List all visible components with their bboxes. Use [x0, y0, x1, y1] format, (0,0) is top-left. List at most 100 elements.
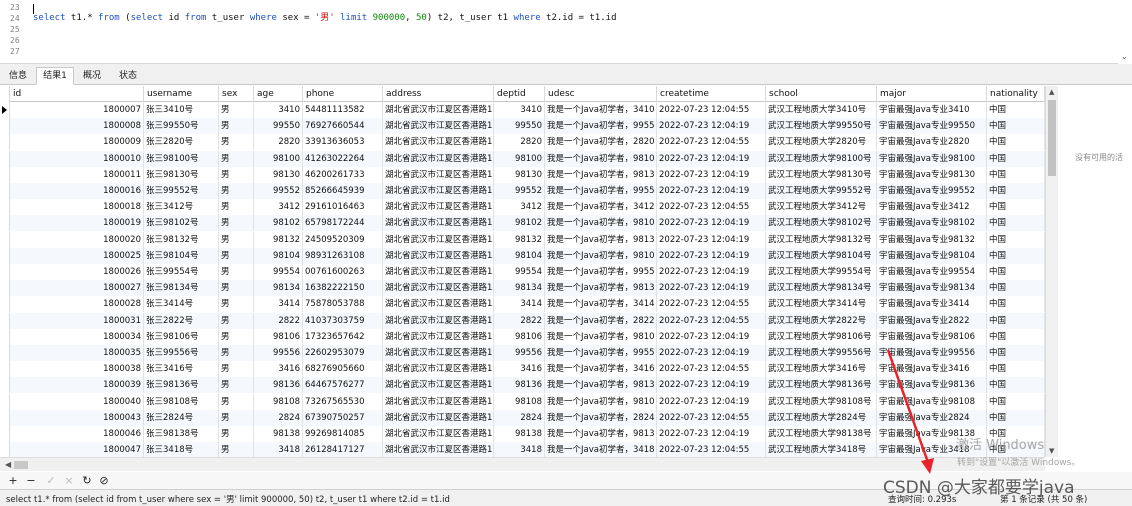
cell-age[interactable]: 98102: [254, 215, 303, 232]
cell-id[interactable]: 1800009: [10, 134, 144, 151]
cell-nationality[interactable]: 中国: [987, 312, 1045, 329]
cell-username[interactable]: 张三98134号: [144, 280, 219, 297]
column-header-age[interactable]: age: [254, 86, 303, 102]
cell-age[interactable]: 99556: [254, 345, 303, 361]
cell-id[interactable]: 1800043: [10, 409, 144, 426]
scroll-up-icon[interactable]: ▲: [1049, 88, 1054, 96]
cell-id[interactable]: 1800038: [10, 361, 144, 378]
row-selector[interactable]: [0, 247, 10, 264]
cell-nationality[interactable]: 中国: [987, 393, 1045, 410]
cell-udesc[interactable]: 我是一个Java初学者，9810: [545, 328, 657, 345]
row-selector[interactable]: [0, 377, 10, 394]
cell-major[interactable]: 宇宙最强Java专业3414: [877, 296, 987, 313]
cell-createtime[interactable]: 2022-07-23 12:04:19: [657, 150, 766, 167]
cell-username[interactable]: 张三2822号: [144, 312, 219, 329]
minus-icon[interactable]: −: [24, 474, 38, 487]
cell-address[interactable]: 湖北省武汉市江夏区香港路1: [383, 361, 494, 378]
cell-age[interactable]: 98132: [254, 231, 303, 248]
cell-school[interactable]: 武汉工程地质大学99550号: [766, 118, 877, 135]
cell-major[interactable]: 宇宙最强Java专业2822: [877, 312, 987, 329]
cell-major[interactable]: 宇宙最强Java专业98106: [877, 328, 987, 345]
table-row[interactable]: 1800008 张三99550号男 99550 76927660544 湖北省武汉市江夏…: [0, 118, 1045, 135]
row-selector[interactable]: [0, 312, 10, 329]
column-header-deptid[interactable]: deptid: [494, 86, 545, 102]
cell-id[interactable]: 1800020: [10, 231, 144, 248]
cell-sex[interactable]: 男: [219, 328, 254, 345]
cell-school[interactable]: 武汉工程地质大学98106号: [766, 328, 877, 345]
cell-age[interactable]: 98136: [254, 377, 303, 394]
table-row[interactable]: 1800040 张三98108号男 98108 73267565530 湖北省武汉市江夏…: [0, 393, 1045, 410]
scroll-down-icon[interactable]: ▼: [1049, 447, 1054, 455]
column-header-address[interactable]: address: [383, 86, 494, 102]
row-selector[interactable]: [0, 328, 10, 345]
cell-username[interactable]: 张三3416号: [144, 361, 219, 378]
cell-id[interactable]: 1800046: [10, 426, 144, 442]
cell-username[interactable]: 张三98136号: [144, 377, 219, 394]
cell-udesc[interactable]: 我是一个Java初学者，2824: [545, 409, 657, 426]
cell-nationality[interactable]: 中国: [987, 102, 1045, 118]
cell-udesc[interactable]: 我是一个Java初学者，9813: [545, 280, 657, 297]
cell-udesc[interactable]: 我是一个Java初学者，3418: [545, 442, 657, 457]
cell-createtime[interactable]: 2022-07-23 12:04:55: [657, 409, 766, 426]
cell-udesc[interactable]: 我是一个Java初学者，9955: [545, 345, 657, 361]
cell-major[interactable]: 宇宙最强Java专业3410: [877, 102, 987, 118]
cell-username[interactable]: 张三3410号: [144, 102, 219, 118]
cell-school[interactable]: 武汉工程地质大学98132号: [766, 231, 877, 248]
table-row[interactable]: 1800016 张三99552号男 99552 85266645939 湖北省武汉市江夏…: [0, 183, 1045, 199]
table-row[interactable]: 1800020 张三98132号男 98132 24509520309 湖北省武汉市江夏…: [0, 231, 1045, 248]
cell-sex[interactable]: 男: [219, 183, 254, 199]
table-row[interactable]: 1800038 张三3416号男 3416 68276905660 湖北省武汉市江夏区香…: [0, 361, 1045, 378]
cell-id[interactable]: 1800016: [10, 183, 144, 199]
cell-username[interactable]: 张三98104号: [144, 247, 219, 264]
cell-createtime[interactable]: 2022-07-23 12:04:55: [657, 199, 766, 216]
cell-udesc[interactable]: 我是一个Java初学者，2822: [545, 312, 657, 329]
cell-udesc[interactable]: 我是一个Java初学者，9813: [545, 166, 657, 183]
cell-udesc[interactable]: 我是一个Java初学者，9813: [545, 231, 657, 248]
cell-major[interactable]: 宇宙最强Java专业99550: [877, 118, 987, 135]
cell-address[interactable]: 湖北省武汉市江夏区香港路1: [383, 183, 494, 199]
cell-sex[interactable]: 男: [219, 264, 254, 280]
cell-major[interactable]: 宇宙最强Java专业98136: [877, 377, 987, 394]
cell-address[interactable]: 湖北省武汉市江夏区香港路1: [383, 296, 494, 313]
cell-deptid[interactable]: 99552: [494, 183, 545, 199]
cell-address[interactable]: 湖北省武汉市江夏区香港路1: [383, 393, 494, 410]
cell-phone[interactable]: 26128417127: [303, 442, 383, 457]
cross-icon[interactable]: ×: [62, 474, 76, 487]
cell-sex[interactable]: 男: [219, 409, 254, 426]
cell-deptid[interactable]: 98136: [494, 377, 545, 394]
result-grid[interactable]: id username sex age phone address deptid udesc c…: [0, 86, 1045, 457]
cell-sex[interactable]: 男: [219, 134, 254, 151]
cell-id[interactable]: 1800010: [10, 150, 144, 167]
table-row[interactable]: 1800026 张三99554号男 99554 00761600263 湖北省武汉市江夏…: [0, 264, 1045, 280]
cell-nationality[interactable]: 中国: [987, 328, 1045, 345]
cell-major[interactable]: 宇宙最强Java专业98134: [877, 280, 987, 297]
cell-age[interactable]: 98108: [254, 393, 303, 410]
cell-id[interactable]: 1800018: [10, 199, 144, 216]
cell-createtime[interactable]: 2022-07-23 12:04:19: [657, 393, 766, 410]
cell-nationality[interactable]: 中国: [987, 231, 1045, 248]
column-header-udesc[interactable]: udesc: [545, 86, 657, 102]
cell-school[interactable]: 武汉工程地质大学98100号: [766, 150, 877, 167]
table-row[interactable]: 1800007 张三3410号男 3410 54481113582 湖北省武汉市江夏区香…: [0, 102, 1045, 118]
cell-school[interactable]: 武汉工程地质大学98104号: [766, 247, 877, 264]
cell-age[interactable]: 2824: [254, 409, 303, 426]
cell-nationality[interactable]: 中国: [987, 296, 1045, 313]
cell-udesc[interactable]: 我是一个Java初学者，3414: [545, 296, 657, 313]
cell-nationality[interactable]: 中国: [987, 264, 1045, 280]
cell-udesc[interactable]: 我是一个Java初学者，9813: [545, 426, 657, 442]
cell-username[interactable]: 张三99556号: [144, 345, 219, 361]
cell-username[interactable]: 张三99552号: [144, 183, 219, 199]
table-row[interactable]: 1800031 张三2822号男 2822 41037303759 湖北省武汉市江夏区香…: [0, 312, 1045, 329]
cell-createtime[interactable]: 2022-07-23 12:04:19: [657, 328, 766, 345]
cell-major[interactable]: 宇宙最强Java专业98100: [877, 150, 987, 167]
cell-udesc[interactable]: 我是一个Java初学者，9810: [545, 247, 657, 264]
cell-age[interactable]: 3412: [254, 199, 303, 216]
cell-nationality[interactable]: 中国: [987, 280, 1045, 297]
cell-deptid[interactable]: 3412: [494, 199, 545, 216]
column-header-nationality[interactable]: nationality: [987, 86, 1045, 102]
cell-address[interactable]: 湖北省武汉市江夏区香港路1: [383, 102, 494, 118]
cell-age[interactable]: 98134: [254, 280, 303, 297]
cell-school[interactable]: 武汉工程地质大学3410号: [766, 102, 877, 118]
cell-sex[interactable]: 男: [219, 166, 254, 183]
cell-school[interactable]: 武汉工程地质大学2820号: [766, 134, 877, 151]
